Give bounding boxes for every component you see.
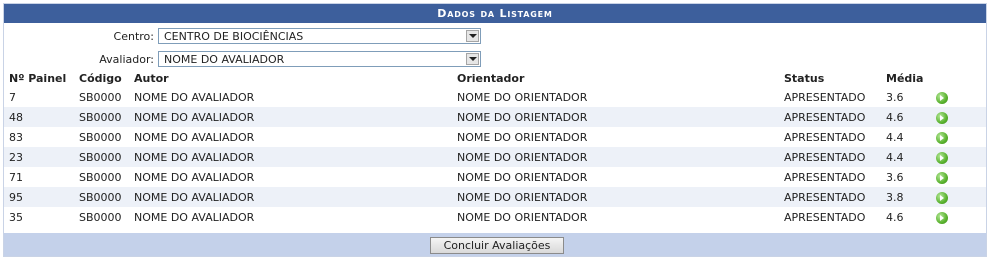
avaliador-label: Avaliador:: [99, 53, 154, 66]
avaliador-select-value: NOME DO AVALIADOR: [164, 53, 285, 66]
col-header-painel: Nº Painel: [9, 71, 67, 85]
cell-action: [928, 187, 986, 207]
centro-select[interactable]: CENTRO DE BIOCIÊNCIAS: [158, 28, 481, 44]
cell-action: [928, 147, 986, 167]
centro-select-value: CENTRO DE BIOCIÊNCIAS: [164, 30, 304, 43]
col-header-media: Média: [886, 71, 924, 85]
cell-orientador: NOME DO ORIENTADOR: [457, 90, 588, 104]
cell-codigo: SB0000: [74, 147, 129, 167]
col-header-action: [928, 69, 986, 87]
go-arrow-icon[interactable]: [936, 191, 948, 204]
cell-media: 3.6: [886, 90, 904, 104]
cell-codigo: SB0000: [74, 107, 129, 127]
cell-action: [928, 207, 986, 227]
cell-media: 3.6: [886, 170, 904, 184]
panel-caption: Dados da Listagem: [4, 4, 986, 23]
chevron-down-icon[interactable]: [466, 30, 479, 42]
cell-autor: NOME DO AVALIADOR: [129, 147, 452, 167]
cell-painel: 35: [9, 210, 23, 224]
cell-codigo: SB0000: [74, 187, 129, 207]
cell-media: 3.8: [881, 187, 928, 207]
cell-action: [928, 87, 986, 107]
cell-orientador: NOME DO ORIENTADOR: [452, 147, 779, 167]
cell-painel: 95: [4, 187, 74, 207]
cell-media: 4.4: [886, 130, 904, 144]
avaliador-select[interactable]: NOME DO AVALIADOR: [158, 51, 481, 67]
cell-autor: NOME DO AVALIADOR: [129, 107, 452, 127]
table-header-row: Nº Painel Código Autor Orientador Status…: [4, 69, 986, 87]
go-arrow-icon[interactable]: [936, 171, 948, 184]
cell-orientador: NOME DO ORIENTADOR: [457, 170, 588, 184]
table-row: 71 SB0000 NOME DO AVALIADOR NOME DO ORIE…: [4, 167, 986, 187]
cell-media: 4.6: [886, 210, 904, 224]
cell-painel: 71: [9, 170, 23, 184]
cell-autor: NOME DO AVALIADOR: [134, 170, 255, 184]
listing-panel: Dados da Listagem Centro: CENTRO DE BIOC…: [3, 3, 987, 257]
cell-painel: 83: [9, 130, 23, 144]
cell-status: APRESENTADO: [779, 147, 881, 167]
cell-status: APRESENTADO: [784, 210, 866, 224]
col-header-status: Status: [784, 71, 825, 85]
col-header-autor: Autor: [134, 71, 169, 85]
go-arrow-icon[interactable]: [936, 91, 948, 104]
cell-painel: 48: [4, 107, 74, 127]
cell-autor: NOME DO AVALIADOR: [134, 90, 255, 104]
table-row: 95 SB0000 NOME DO AVALIADOR NOME DO ORIE…: [4, 187, 986, 207]
cell-status: APRESENTADO: [779, 187, 881, 207]
centro-filter: Centro: CENTRO DE BIOCIÊNCIAS: [4, 28, 484, 46]
cell-codigo: SB0000: [79, 170, 122, 184]
cell-autor: NOME DO AVALIADOR: [129, 187, 452, 207]
go-arrow-icon[interactable]: [936, 131, 948, 144]
cell-codigo: SB0000: [79, 130, 122, 144]
cell-status: APRESENTADO: [784, 170, 866, 184]
cell-action: [928, 107, 986, 127]
evaluations-table: Nº Painel Código Autor Orientador Status…: [4, 69, 986, 227]
col-header-orientador: Orientador: [457, 71, 525, 85]
cell-media: 4.4: [881, 147, 928, 167]
cell-orientador: NOME DO ORIENTADOR: [457, 130, 588, 144]
table-row: 83 SB0000 NOME DO AVALIADOR NOME DO ORIE…: [4, 127, 986, 147]
filters: Centro: CENTRO DE BIOCIÊNCIAS Avaliador:…: [4, 23, 986, 69]
cell-codigo: SB0000: [79, 90, 122, 104]
cell-orientador: NOME DO ORIENTADOR: [452, 187, 779, 207]
cell-action: [928, 167, 986, 187]
table-row: 7 SB0000 NOME DO AVALIADOR NOME DO ORIEN…: [4, 87, 986, 107]
chevron-down-icon[interactable]: [466, 53, 479, 65]
cell-action: [928, 127, 986, 147]
avaliador-filter: Avaliador: NOME DO AVALIADOR: [4, 51, 484, 69]
cell-orientador: NOME DO ORIENTADOR: [452, 107, 779, 127]
go-arrow-icon[interactable]: [936, 151, 948, 164]
table-row: 48 SB0000 NOME DO AVALIADOR NOME DO ORIE…: [4, 107, 986, 127]
col-header-codigo: Código: [79, 71, 122, 85]
cell-orientador: NOME DO ORIENTADOR: [457, 210, 588, 224]
cell-status: APRESENTADO: [784, 90, 866, 104]
panel-footer: Concluir Avaliações: [4, 233, 986, 256]
cell-status: APRESENTADO: [784, 130, 866, 144]
cell-codigo: SB0000: [79, 210, 122, 224]
concluir-avaliacoes-button[interactable]: Concluir Avaliações: [430, 237, 564, 254]
centro-label: Centro:: [113, 30, 154, 43]
go-arrow-icon[interactable]: [936, 211, 948, 224]
cell-status: APRESENTADO: [779, 107, 881, 127]
cell-painel: 23: [4, 147, 74, 167]
cell-autor: NOME DO AVALIADOR: [134, 130, 255, 144]
table-row: 23 SB0000 NOME DO AVALIADOR NOME DO ORIE…: [4, 147, 986, 167]
go-arrow-icon[interactable]: [936, 111, 948, 124]
cell-painel: 7: [9, 90, 16, 104]
table-row: 35 SB0000 NOME DO AVALIADOR NOME DO ORIE…: [4, 207, 986, 227]
cell-autor: NOME DO AVALIADOR: [134, 210, 255, 224]
cell-media: 4.6: [881, 107, 928, 127]
